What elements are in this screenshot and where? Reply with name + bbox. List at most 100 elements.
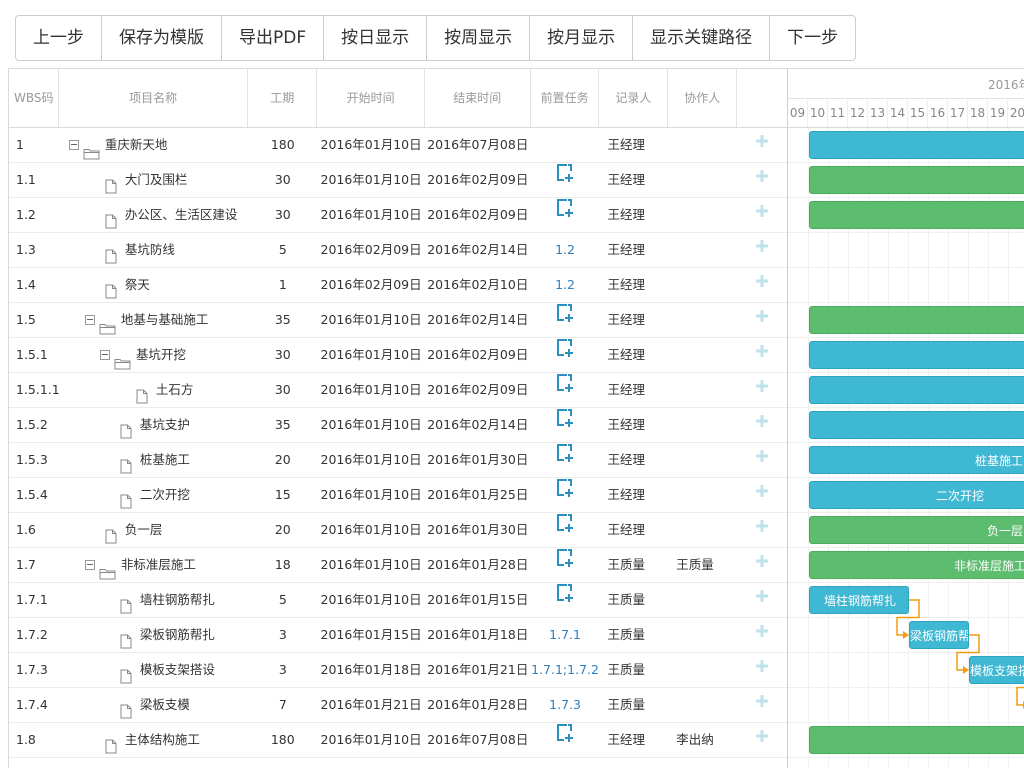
predecessor-cell[interactable]	[531, 548, 600, 582]
dependency-link[interactable]	[956, 634, 980, 671]
view-by-month-button[interactable]: 按月显示	[530, 16, 634, 60]
collapse-toggle-icon[interactable]	[99, 350, 110, 360]
task-row[interactable]: 1.8 主体结构施工 180 2016年01月10日 2016年07月08日 王…	[9, 723, 787, 758]
add-row-icon[interactable]	[755, 513, 769, 546]
add-predecessor-icon[interactable]	[555, 513, 575, 546]
add-predecessor-icon[interactable]	[555, 443, 575, 476]
name-cell[interactable]: 墙柱钢筋帮扎	[59, 583, 249, 617]
add-row-icon[interactable]	[755, 233, 769, 266]
task-row[interactable]: 1.7.4 梁板支模 7 2016年01月21日 2016年01月28日 1.7…	[9, 688, 787, 723]
name-cell[interactable]: 梁板支模	[59, 688, 249, 722]
add-row-icon[interactable]	[755, 688, 769, 721]
name-cell[interactable]: 办公区、生活区建设	[59, 198, 249, 232]
name-cell[interactable]: 负一层	[59, 513, 249, 547]
name-cell[interactable]: 非标准层施工	[59, 548, 249, 582]
add-row-icon[interactable]	[755, 268, 769, 301]
predecessor-cell[interactable]	[531, 373, 600, 407]
predecessor-cell[interactable]	[531, 478, 600, 512]
column-header-collaborator[interactable]: 协作人	[668, 69, 738, 127]
column-header-start[interactable]: 开始时间	[317, 69, 425, 127]
predecessor-cell[interactable]	[531, 128, 600, 162]
add-row-icon[interactable]	[755, 443, 769, 476]
task-row[interactable]: 1.7.1 墙柱钢筋帮扎 5 2016年01月10日 2016年01月15日 王…	[9, 583, 787, 618]
predecessor-cell[interactable]	[531, 338, 600, 372]
predecessor-value[interactable]: 1.2	[555, 242, 575, 257]
column-header-duration[interactable]: 工期	[248, 69, 318, 127]
name-cell[interactable]: 地基与基础施工	[59, 303, 249, 337]
name-cell[interactable]: 桩基施工	[59, 443, 249, 477]
name-cell[interactable]: 祭天	[59, 268, 249, 302]
predecessor-cell[interactable]: 1.7.1	[531, 618, 600, 652]
column-header-predecessor[interactable]: 前置任务	[531, 69, 600, 127]
name-cell[interactable]: 梁板钢筋帮扎	[59, 618, 249, 652]
task-row[interactable]: 1.7.2 梁板钢筋帮扎 3 2016年01月15日 2016年01月18日 1…	[9, 618, 787, 653]
name-cell[interactable]: 大门及围栏	[59, 163, 249, 197]
add-predecessor-icon[interactable]	[555, 548, 575, 581]
predecessor-value[interactable]: 1.7.1	[549, 627, 581, 642]
predecessor-value[interactable]: 1.7.3	[549, 697, 581, 712]
predecessor-cell[interactable]	[531, 163, 600, 197]
predecessor-cell[interactable]	[531, 583, 600, 617]
name-cell[interactable]: 二次开挖	[59, 478, 249, 512]
predecessor-cell[interactable]: 1.2	[531, 233, 600, 267]
collapse-toggle-icon[interactable]	[84, 560, 95, 570]
task-row[interactable]: 1.6 负一层 20 2016年01月10日 2016年01月30日 王经理	[9, 513, 787, 548]
add-row-icon[interactable]	[755, 723, 769, 756]
view-by-day-button[interactable]: 按日显示	[324, 16, 428, 60]
add-row-icon[interactable]	[755, 338, 769, 371]
show-critical-path-button[interactable]: 显示关键路径	[633, 16, 771, 60]
name-cell[interactable]: 基坑开挖	[59, 338, 249, 372]
predecessor-cell[interactable]: 1.7.1;1.7.2	[531, 653, 600, 687]
name-cell[interactable]: 主体结构施工	[59, 723, 249, 757]
column-header-recorder[interactable]: 记录人	[599, 69, 669, 127]
add-row-icon[interactable]	[755, 163, 769, 196]
predecessor-cell[interactable]: 1.7.3	[531, 688, 600, 722]
predecessor-cell[interactable]	[531, 443, 600, 477]
add-predecessor-icon[interactable]	[555, 338, 575, 371]
predecessor-cell[interactable]	[531, 408, 600, 442]
task-row[interactable]: 1.5.3 桩基施工 20 2016年01月10日 2016年01月30日 王经…	[9, 443, 787, 478]
add-row-icon[interactable]	[755, 128, 769, 161]
add-predecessor-icon[interactable]	[555, 303, 575, 336]
predecessor-value[interactable]: 1.2	[555, 277, 575, 292]
name-cell[interactable]: 土石方	[59, 373, 249, 407]
task-row[interactable]: 1.1 大门及围栏 30 2016年01月10日 2016年02月09日 王经理	[9, 163, 787, 198]
add-row-icon[interactable]	[755, 583, 769, 616]
add-row-icon[interactable]	[755, 618, 769, 651]
dependency-link[interactable]	[1016, 670, 1024, 706]
predecessor-cell[interactable]	[531, 198, 600, 232]
add-row-icon[interactable]	[755, 478, 769, 511]
task-row[interactable]: 1.5.1.1 土石方 30 2016年01月10日 2016年02月09日 王…	[9, 373, 787, 408]
task-row[interactable]: 1 重庆新天地 180 2016年01月10日 2016年07月08日 王经理	[9, 128, 787, 163]
add-row-icon[interactable]	[755, 303, 769, 336]
predecessor-value[interactable]: 1.7.1;1.7.2	[531, 662, 599, 677]
task-row[interactable]: 1.3 基坑防线 5 2016年02月09日 2016年02月14日 1.2 王…	[9, 233, 787, 268]
add-row-icon[interactable]	[755, 198, 769, 231]
task-row[interactable]: 1.5.1 基坑开挖 30 2016年01月10日 2016年02月09日 王经…	[9, 338, 787, 373]
dependency-link[interactable]	[896, 599, 920, 636]
add-predecessor-icon[interactable]	[555, 583, 575, 616]
task-row[interactable]: 1.7 非标准层施工 18 2016年01月10日 2016年01月28日 王质…	[9, 548, 787, 583]
add-predecessor-icon[interactable]	[555, 723, 575, 756]
name-cell[interactable]: 基坑防线	[59, 233, 249, 267]
export-pdf-button[interactable]: 导出PDF	[222, 16, 325, 60]
add-row-icon[interactable]	[755, 653, 769, 686]
add-row-icon[interactable]	[755, 548, 769, 581]
add-predecessor-icon[interactable]	[555, 408, 575, 441]
predecessor-cell[interactable]	[531, 723, 600, 757]
add-predecessor-icon[interactable]	[555, 198, 575, 231]
next-step-button[interactable]: 下一步	[770, 16, 855, 60]
name-cell[interactable]: 模板支架搭设	[59, 653, 249, 687]
task-row[interactable]: 1.5.4 二次开挖 15 2016年01月10日 2016年01月25日 王经…	[9, 478, 787, 513]
task-row[interactable]: 1.7.3 模板支架搭设 3 2016年01月18日 2016年01月21日 1…	[9, 653, 787, 688]
task-row[interactable]: 1.4 祭天 1 2016年02月09日 2016年02月10日 1.2 王经理	[9, 268, 787, 303]
add-row-icon[interactable]	[755, 408, 769, 441]
add-row-icon[interactable]	[755, 373, 769, 406]
column-header-end[interactable]: 结束时间	[425, 69, 531, 127]
collapse-toggle-icon[interactable]	[84, 315, 95, 325]
save-template-button[interactable]: 保存为模版	[102, 16, 222, 60]
predecessor-cell[interactable]	[531, 303, 600, 337]
name-cell[interactable]: 重庆新天地	[59, 128, 249, 162]
collapse-toggle-icon[interactable]	[68, 140, 79, 150]
task-row[interactable]: 1.2 办公区、生活区建设 30 2016年01月10日 2016年02月09日…	[9, 198, 787, 233]
